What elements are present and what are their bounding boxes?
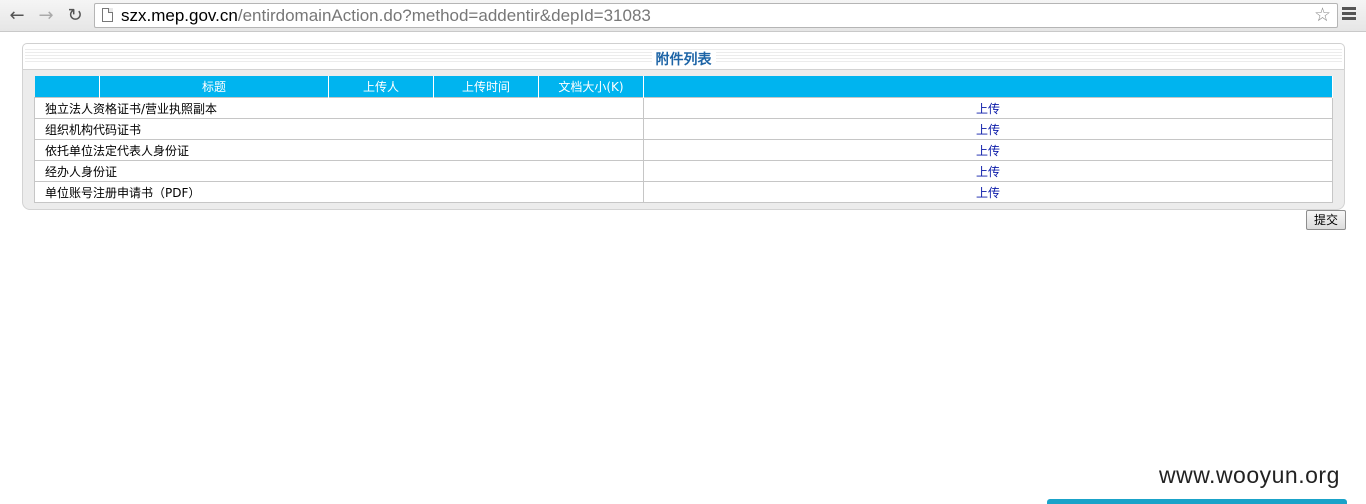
row-name: 独立法人资格证书/营业执照副本 xyxy=(34,97,644,119)
row-name: 依托单位法定代表人身份证 xyxy=(34,139,644,161)
bookmark-star-icon[interactable]: ☆ xyxy=(1314,4,1331,26)
browser-toolbar: ← → ↻ szx.mep.gov.cn/entirdomainAction.d… xyxy=(0,0,1366,32)
upload-link[interactable]: 上传 xyxy=(976,102,1000,116)
submit-button[interactable]: 提交 xyxy=(1306,210,1346,230)
back-arrow-icon[interactable]: ← xyxy=(6,5,28,27)
url-host: szx.mep.gov.cn xyxy=(121,6,238,25)
panel-title: 附件列表 xyxy=(651,52,716,68)
upload-link[interactable]: 上传 xyxy=(976,123,1000,137)
header-action xyxy=(643,76,1333,98)
table-row: 经办人身份证 上传 xyxy=(34,160,1333,182)
header-file-size: 文档大小(K) xyxy=(538,76,644,98)
table-row: 单位账号注册申请书（PDF） 上传 xyxy=(34,181,1333,203)
upload-link[interactable]: 上传 xyxy=(976,144,1000,158)
table-row: 独立法人资格证书/营业执照副本 上传 xyxy=(34,97,1333,119)
upload-link[interactable]: 上传 xyxy=(976,186,1000,200)
row-name: 组织机构代码证书 xyxy=(34,118,644,140)
table-header-row: 标题 上传人 上传时间 文档大小(K) xyxy=(34,76,1333,98)
header-blank xyxy=(34,76,100,98)
reload-icon[interactable]: ↻ xyxy=(64,5,86,27)
row-name: 经办人身份证 xyxy=(34,160,644,182)
url-path: /entirdomainAction.do?method=addentir&de… xyxy=(237,6,651,25)
panel-header: 附件列表 xyxy=(22,43,1345,71)
header-uploader: 上传人 xyxy=(328,76,434,98)
watermark-text: www.wooyun.org xyxy=(1159,462,1340,488)
bottom-bar xyxy=(1047,499,1347,504)
table-row: 组织机构代码证书 上传 xyxy=(34,118,1333,140)
forward-arrow-icon[interactable]: → xyxy=(35,5,57,27)
row-name: 单位账号注册申请书（PDF） xyxy=(34,181,644,203)
header-upload-time: 上传时间 xyxy=(433,76,539,98)
page-icon xyxy=(102,8,113,22)
address-bar[interactable]: szx.mep.gov.cn/entirdomainAction.do?meth… xyxy=(94,3,1338,28)
attachment-table: 标题 上传人 上传时间 文档大小(K) 独立法人资格证书/营业执照副本 上传 组… xyxy=(34,76,1333,203)
url-text[interactable]: szx.mep.gov.cn/entirdomainAction.do?meth… xyxy=(121,6,651,26)
upload-link[interactable]: 上传 xyxy=(976,165,1000,179)
table-row: 依托单位法定代表人身份证 上传 xyxy=(34,139,1333,161)
menu-icon[interactable] xyxy=(1342,7,1356,25)
header-title: 标题 xyxy=(99,76,329,98)
